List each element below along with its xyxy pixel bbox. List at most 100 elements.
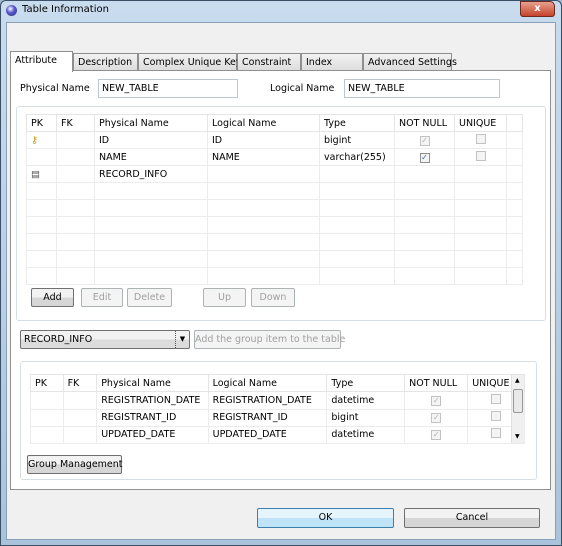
empty-cell	[319, 267, 395, 285]
not-null-checkbox[interactable]: ✓	[419, 152, 430, 163]
empty-row	[26, 216, 523, 234]
columns-table[interactable]: PK FK Physical Name Logical Name Type NOT NUL…	[26, 114, 523, 285]
logical-name-label: Logical Name	[270, 83, 335, 94]
group-select[interactable]: RECORD_INFO ▼	[20, 330, 190, 349]
table-row[interactable]: REGISTRANT_ID REGISTRANT_ID bigint ✓	[30, 408, 525, 427]
edit-button[interactable]: Edit	[81, 288, 123, 307]
fk-cell	[62, 408, 98, 427]
physical-name-cell: ID	[94, 131, 208, 149]
app-icon	[6, 5, 17, 16]
scroll-down-icon[interactable]: ▼	[515, 433, 520, 440]
unique-cell	[454, 165, 507, 183]
logical-name-cell: NAME	[207, 148, 320, 166]
column-header[interactable]: FK	[62, 373, 98, 393]
empty-row	[26, 250, 523, 268]
not-null-checkbox[interactable]: ✓	[431, 413, 442, 424]
not-null-checkbox[interactable]: ✓	[431, 430, 442, 441]
filler-cell	[506, 165, 523, 183]
not-null-checkbox[interactable]: ✓	[419, 135, 430, 146]
logical-name-cell: UPDATED_DATE	[207, 425, 328, 445]
logical-name-cell	[207, 165, 320, 183]
column-header[interactable]: Type	[326, 373, 406, 393]
logical-name-cell: REGISTRANT_ID	[207, 408, 328, 427]
key-icon: ⚷	[31, 134, 38, 146]
physical-name-cell: NAME	[94, 148, 208, 166]
delete-button[interactable]: Delete	[127, 288, 172, 307]
column-header[interactable]: FK	[56, 114, 95, 132]
tab-complex-unique-key[interactable]: Complex Unique Key	[138, 53, 241, 71]
empty-cell	[94, 216, 208, 234]
down-button[interactable]: Down	[251, 288, 295, 307]
logical-name-input[interactable]: NEW_TABLE	[344, 79, 500, 98]
physical-name-input[interactable]: NEW_TABLE	[98, 79, 238, 98]
empty-cell	[94, 199, 208, 217]
logical-name-cell: REGISTRATION_DATE	[207, 391, 328, 410]
table-row[interactable]: UPDATED_DATE UPDATED_DATE datetime ✓	[30, 425, 525, 445]
tab-description[interactable]: Description	[73, 53, 138, 71]
tab-attribute[interactable]: Attribute	[10, 51, 73, 72]
unique-checkbox[interactable]	[491, 411, 502, 422]
not-null-checkbox[interactable]: ✓	[431, 395, 442, 406]
column-header[interactable]: NOT NULL	[404, 373, 469, 393]
empty-cell	[506, 250, 523, 268]
empty-row	[26, 267, 523, 285]
column-header[interactable]: Physical Name	[96, 373, 209, 393]
filler-cell	[506, 148, 523, 166]
column-header[interactable]: PK	[30, 373, 64, 393]
type-cell: bigint	[326, 408, 406, 427]
group-icon: ▤	[31, 168, 40, 180]
window-title: Table Information	[22, 4, 109, 15]
group-items-table[interactable]: PK FK Physical Name Logical Name Type NOT NUL…	[30, 373, 525, 445]
table-row[interactable]: ⚷ ID ID bigint ✓	[26, 131, 523, 149]
empty-cell	[26, 182, 57, 200]
tab-index[interactable]: Index	[301, 53, 363, 71]
unique-checkbox[interactable]	[475, 133, 486, 144]
scroll-up-icon[interactable]: ▲	[515, 377, 520, 384]
up-button[interactable]: Up	[203, 288, 246, 307]
unique-cell	[454, 131, 507, 149]
table-row[interactable]: REGISTRATION_DATE REGISTRATION_DATE date…	[30, 391, 525, 410]
not-null-cell: ✓	[394, 131, 455, 149]
unique-checkbox[interactable]	[491, 393, 502, 404]
table-row[interactable]: ▤ RECORD_INFO	[26, 165, 523, 183]
unique-cell	[454, 148, 507, 166]
physical-name-cell: RECORD_INFO	[94, 165, 208, 183]
cancel-button[interactable]: Cancel	[404, 508, 540, 528]
fk-cell	[56, 165, 95, 183]
ok-button[interactable]: OK	[257, 508, 394, 528]
physical-name-cell: REGISTRATION_DATE	[96, 391, 209, 410]
column-header[interactable]: Type	[319, 114, 395, 132]
group-management-button[interactable]: Group Management	[27, 455, 123, 474]
pk-cell	[30, 425, 64, 445]
empty-cell	[56, 233, 95, 251]
close-button[interactable]: x	[520, 1, 555, 17]
empty-row	[26, 199, 523, 217]
empty-cell	[207, 199, 320, 217]
add-button[interactable]: Add	[31, 288, 74, 307]
unique-checkbox[interactable]	[491, 428, 502, 439]
fk-cell	[62, 425, 98, 445]
pk-cell: ▤	[26, 165, 57, 183]
empty-cell	[454, 233, 507, 251]
empty-cell	[26, 233, 57, 251]
tab-advanced-settings[interactable]: Advanced Settings	[363, 53, 457, 71]
empty-cell	[454, 199, 507, 217]
pk-cell	[26, 148, 57, 166]
add-group-item-button[interactable]: Add the group item to the table	[194, 330, 345, 349]
tab-constraint[interactable]: Constraint	[237, 53, 301, 71]
column-header[interactable]: PK	[26, 114, 57, 132]
scroll-thumb[interactable]	[513, 389, 523, 413]
filler-cell	[506, 131, 523, 149]
column-header[interactable]: Logical Name	[207, 114, 320, 132]
physical-name-cell: UPDATED_DATE	[96, 425, 209, 445]
table-row[interactable]: NAME NAME varchar(255) ✓	[26, 148, 523, 166]
column-header[interactable]: UNIQUE	[454, 114, 507, 132]
column-header[interactable]: Physical Name	[94, 114, 208, 132]
type-cell: datetime	[326, 391, 406, 410]
column-header[interactable]: NOT NULL	[394, 114, 455, 132]
group-table-scrollbar[interactable]: ▲ ▼	[511, 375, 524, 443]
unique-checkbox[interactable]	[475, 150, 486, 161]
chevron-down-icon[interactable]: ▼	[175, 331, 189, 348]
column-header[interactable]: Logical Name	[207, 373, 328, 393]
pk-cell	[30, 391, 64, 410]
